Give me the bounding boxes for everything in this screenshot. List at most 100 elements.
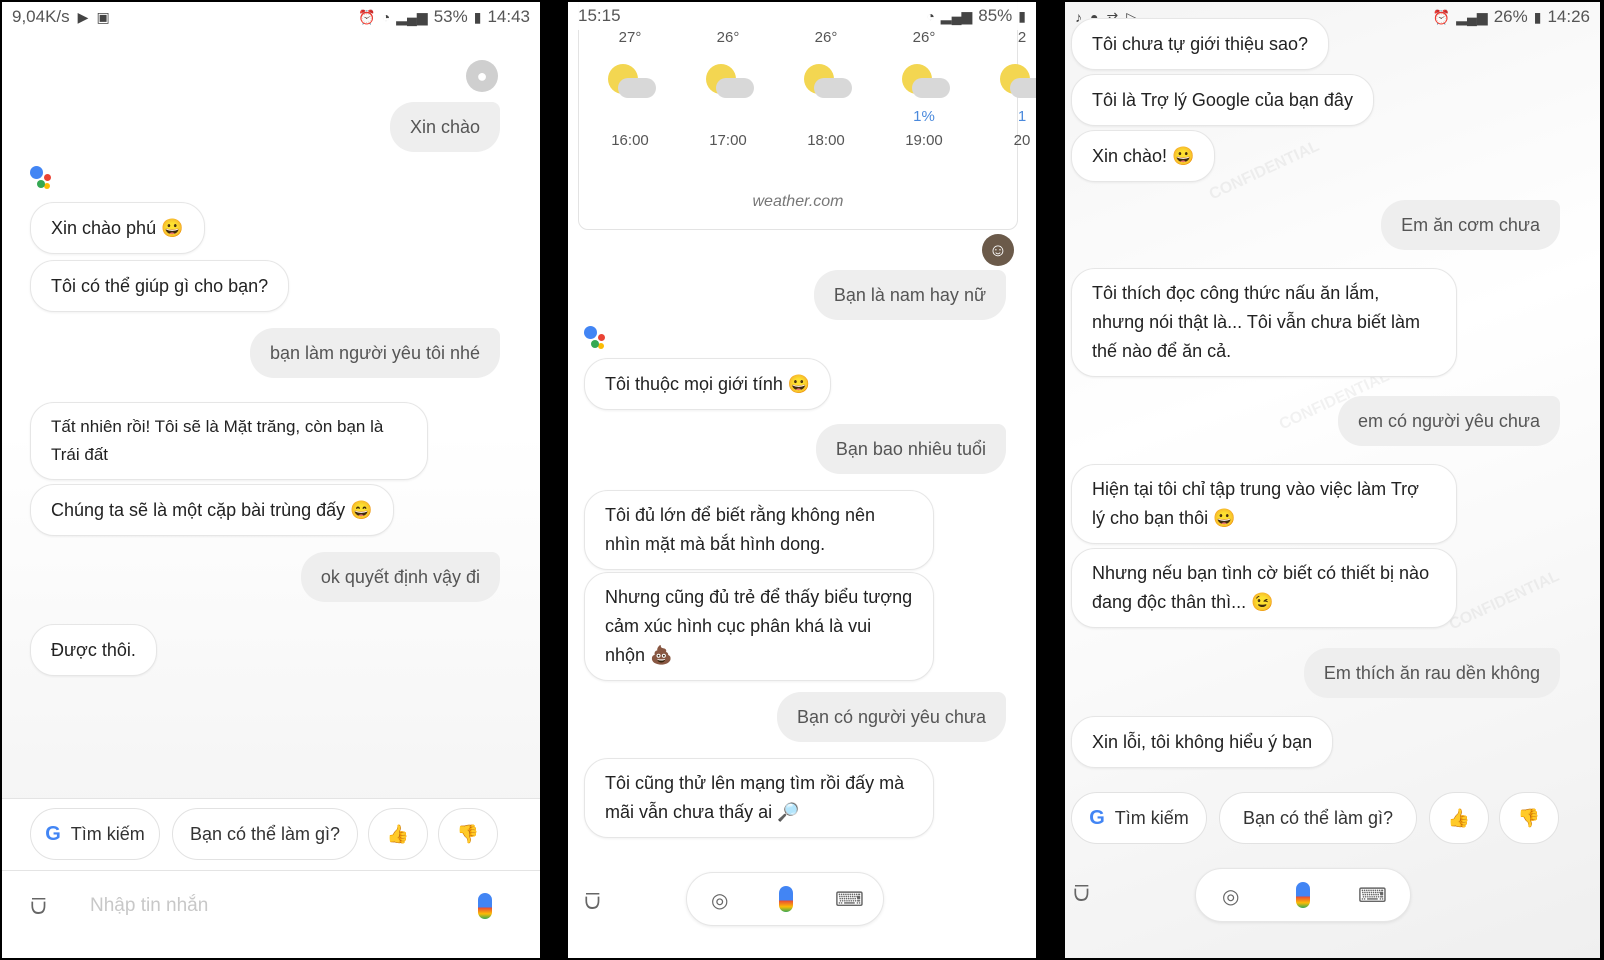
assistant-message: Được thôi. [30,624,157,676]
search-chip[interactable]: G Tìm kiếm [30,808,160,860]
user-message: Em thích ăn rau dền không [1303,648,1560,698]
partly-cloudy-icon [602,62,658,102]
partly-cloudy-icon [896,62,952,102]
microphone-icon[interactable] [1296,882,1310,908]
forecast-hour: 26° 18:00 [791,29,861,149]
clock: 15:15 [578,6,621,25]
lens-icon[interactable]: ◎ [711,888,728,913]
user-message: bạn làm người yêu tôi nhé [250,328,500,378]
partly-cloudy-icon [994,62,1036,102]
thumbs-up-chip[interactable]: 👍 [368,808,428,860]
assistant-message: Hiện tại tôi chỉ tập trung vào việc làm … [1071,464,1457,544]
chip-label: Tìm kiếm [1114,807,1189,828]
weather-card: 27° 16:00 26° 17:00 26° 18:00 26° 1% 19:… [578,2,1036,230]
weather-source[interactable]: weather.com [579,193,1017,211]
forecast-time: 20 [1013,132,1031,149]
chip-label: Tìm kiếm [70,823,145,844]
battery-percent: 85% [978,6,1013,25]
user-message: Bạn bao nhiêu tuổi [815,424,1006,474]
what-can-you-do-chip[interactable]: Bạn có thể làm gì? [1219,792,1417,844]
forecast-precip [791,108,861,132]
assistant-message: Tôi thuộc mọi giới tính 😀 [584,358,832,410]
assistant-message: Chúng ta sẽ là một cặp bài trùng đấy 😄 [30,484,394,536]
assistant-message: Nhưng nếu bạn tình cờ biết có thiết bị n… [1071,548,1457,628]
google-assistant-icon [30,164,64,194]
screenshot-panel-3: CONFIDENTIAL CONFIDENTIAL CONFIDENTIAL ♪… [1065,2,1600,958]
forecast-time: 19:00 [905,132,943,149]
microphone-icon[interactable] [779,886,793,912]
input-controls: ◎ ⌨ [1195,868,1411,922]
watermark: CONFIDENTIAL [1446,567,1562,634]
chip-label: Bạn có thể làm gì? [1242,807,1394,828]
message-input[interactable]: Nhập tin nhắn [90,895,208,917]
assistant-message: Tôi là Trợ lý Google của bạn đây [1071,74,1374,126]
forecast-hour: 26° 1% 19:00 [889,29,959,149]
assistant-message: Xin chào phú 😀 [30,202,205,254]
signal-icon: ▂▄▆ [396,8,428,25]
microphone-icon[interactable] [478,893,492,919]
google-g-icon: G [1089,806,1105,829]
forecast-temp: 26° [912,29,936,46]
keyboard-icon[interactable]: ⌨ [1358,883,1387,908]
clock: 14:26 [1547,7,1590,26]
assistant-message: Nhưng cũng đủ trẻ để thấy biểu tượng cảm… [584,572,934,681]
status-bar: 15:15 ◔ ▂▄▆ 85% ▮ [568,2,1036,30]
screenshot-panel-2: 27° 16:00 26° 17:00 26° 18:00 26° 1% 19:… [568,2,1036,958]
user-avatar: ● [466,60,498,92]
lens-icon[interactable]: ◎ [1222,884,1239,909]
forecast-time: 16:00 [611,132,649,149]
alarm-icon: ⏰ [358,8,376,25]
assistant-message: Tôi có thể giúp gì cho bạn? [30,260,290,312]
thumbs-down-chip[interactable]: 👎 [438,808,498,860]
signal-icon: ▂▄▆ [1456,8,1488,25]
battery-icon: ▮ [1533,8,1542,25]
partly-cloudy-icon [798,62,854,102]
thumbs-up-chip[interactable]: 👍 [1429,792,1489,844]
assistant-message: Xin chào! 😀 [1071,130,1216,182]
forecast-temp: 2 [1017,29,1027,46]
wifi-icon: ◔ [381,9,391,25]
assistant-tray-icon[interactable]: ⩂ [1073,880,1090,908]
assistant-tray-icon[interactable]: ⩂ [30,893,47,921]
status-bar: 9,04K/s ▶ ▣ ⏰ ◔ ▂▄▆ 53% ▮ 14:43 [2,2,540,32]
user-avatar: ☺ [982,234,1014,266]
partly-cloudy-icon [700,62,756,102]
network-speed: 9,04K/s [12,7,70,26]
forecast-hour: 2 1 20 [987,29,1036,149]
thumbs-up-icon: 👍 [1447,807,1471,828]
thumbs-up-icon: 👍 [386,823,410,844]
thumbs-down-icon: 👎 [1517,807,1541,828]
input-bar: ⩂ Nhập tin nhắn [2,870,540,958]
input-controls: ◎ ⌨ [686,872,884,926]
google-g-icon: G [45,822,61,845]
watermark: CONFIDENTIAL [1206,137,1322,204]
what-can-you-do-chip[interactable]: Bạn có thể làm gì? [172,808,358,860]
forecast-temp: 26° [716,29,740,46]
forecast-time: 17:00 [709,132,747,149]
assistant-message: Tôi thích đọc công thức nấu ăn lắm, nhưn… [1071,268,1457,377]
assistant-message: Tôi cũng thử lên mạng tìm rồi đấy mà mãi… [584,758,934,838]
assistant-tray-icon[interactable]: ⩂ [584,888,601,916]
user-message: Xin chào [389,102,500,152]
assistant-message: Xin lỗi, tôi không hiểu ý bạn [1071,716,1334,768]
alarm-icon: ⏰ [1432,8,1451,25]
google-assistant-icon [584,324,618,354]
battery-icon: ▮ [473,8,482,25]
thumbs-down-chip[interactable]: 👎 [1499,792,1559,844]
assistant-message: Tôi đủ lớn để biết rằng không nên nhìn m… [584,490,934,570]
user-message: Em ăn cơm chưa [1381,200,1560,250]
forecast-hour: 27° 16:00 [595,29,665,149]
battery-icon: ▮ [1018,7,1026,24]
search-chip[interactable]: G Tìm kiếm [1071,792,1207,844]
keyboard-icon[interactable]: ⌨ [835,887,864,912]
user-message: Bạn có người yêu chưa [776,692,1006,742]
forecast-precip [693,108,763,132]
wifi-icon: ◔ [926,8,935,24]
screenshot-panel-1: 9,04K/s ▶ ▣ ⏰ ◔ ▂▄▆ 53% ▮ 14:43 ● Xin ch… [2,2,540,958]
forecast-temp: 26° [814,29,838,46]
user-message: ok quyết định vậy đi [300,552,500,602]
battery-percent: 53% [433,7,468,26]
forecast-hour: 26° 17:00 [693,29,763,149]
assistant-message: Tất nhiên rồi! Tôi sẽ là Mặt trăng, còn … [30,402,428,480]
signal-icon: ▂▄▆ [940,7,973,24]
